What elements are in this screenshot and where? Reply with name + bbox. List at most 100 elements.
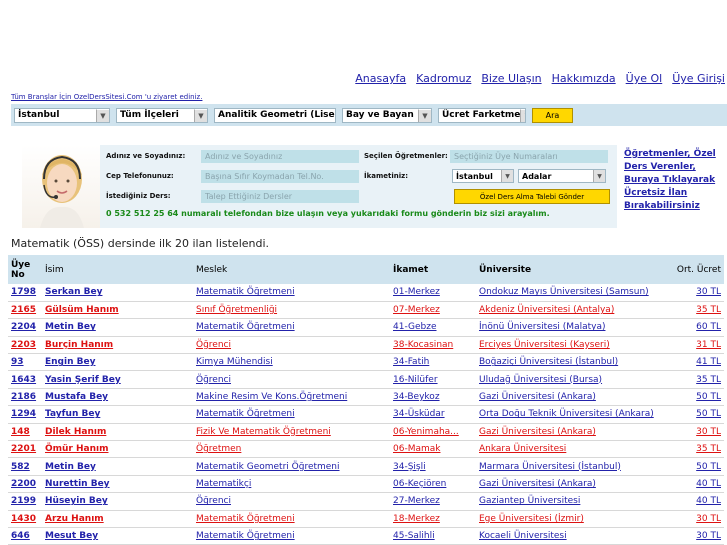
member-name-link[interactable]: Metin Bey — [45, 322, 96, 332]
member-fee-link[interactable]: 35 TL — [696, 305, 721, 315]
member-fee-link[interactable]: 30 TL — [696, 287, 721, 297]
member-university-link[interactable]: Orta Doğu Teknik Üniversitesi (Ankara) — [479, 409, 654, 419]
all-branches-link[interactable]: Tüm Branşlar İçin OzelDersSitesi.Com 'u … — [11, 93, 202, 101]
member-university-link[interactable]: Akdeniz Üniversitesi (Antalya) — [479, 305, 614, 315]
member-city-link[interactable]: 27-Merkez — [393, 496, 440, 506]
member-fee-link[interactable]: 50 TL — [696, 409, 721, 419]
member-fee-link[interactable]: 30 TL — [696, 531, 721, 541]
member-name-link[interactable]: Engin Bey — [45, 357, 95, 367]
member-city-link[interactable]: 06-Mamak — [393, 444, 440, 454]
member-university-link[interactable]: Kocaeli Üniversitesi — [479, 531, 567, 541]
member-job-link[interactable]: Matematik Öğretmeni — [196, 514, 295, 524]
member-name-link[interactable]: Gülsüm Hanım — [45, 305, 119, 315]
member-fee-link[interactable]: 30 TL — [696, 427, 721, 437]
member-no-link[interactable]: 2203 — [11, 340, 36, 350]
member-university-link[interactable]: Gazi Üniversitesi (Ankara) — [479, 427, 596, 437]
member-job-link[interactable]: Makine Resim Ve Kons.Öğretmeni — [196, 392, 347, 402]
member-university-link[interactable]: Gazi Üniversitesi (Ankara) — [479, 479, 596, 489]
nav-about-link[interactable]: Hakkımızda — [552, 72, 616, 85]
nav-signup-link[interactable]: Üye Ol — [626, 72, 663, 85]
member-city-link[interactable]: 18-Merkez — [393, 514, 440, 524]
member-fee-link[interactable]: 41 TL — [696, 357, 721, 367]
member-job-link[interactable]: Kimya Mühendisi — [196, 357, 273, 367]
member-job-link[interactable]: Matematik Öğretmeni — [196, 287, 295, 297]
member-name-link[interactable]: Metin Bey — [45, 462, 96, 472]
member-no-link[interactable]: 2201 — [11, 444, 36, 454]
selected-teachers-field[interactable]: Seçtiğiniz Üye Numaraları — [450, 150, 608, 163]
member-job-link[interactable]: Matematik Geometri Öğretmeni — [196, 462, 340, 472]
member-university-link[interactable]: Boğaziçi Üniversitesi (İstanbul) — [479, 357, 618, 367]
member-name-link[interactable]: Mustafa Bey — [45, 392, 108, 402]
member-no-link[interactable]: 1643 — [11, 375, 36, 385]
member-name-link[interactable]: Serkan Bey — [45, 287, 102, 297]
member-fee-link[interactable]: 35 TL — [696, 444, 721, 454]
nav-staff-link[interactable]: Kadromuz — [416, 72, 471, 85]
member-fee-link[interactable]: 40 TL — [696, 479, 721, 489]
subject-select[interactable]: Analitik Geometri (Lise ▼ — [214, 107, 336, 123]
member-no-link[interactable]: 1294 — [11, 409, 36, 419]
member-no-link[interactable]: 1798 — [11, 287, 36, 297]
member-city-link[interactable]: 01-Merkez — [393, 287, 440, 297]
member-university-link[interactable]: Uludağ Üniversitesi (Bursa) — [479, 375, 602, 385]
member-job-link[interactable]: Öğrenci — [196, 375, 231, 385]
member-no-link[interactable]: 1430 — [11, 514, 36, 524]
member-name-link[interactable]: Mesut Bey — [45, 531, 98, 541]
member-university-link[interactable]: Ankara Üniversitesi — [479, 444, 566, 454]
member-name-link[interactable]: Hüseyin Bey — [45, 496, 108, 506]
member-university-link[interactable]: Ege Üniversitesi (İzmir) — [479, 514, 584, 524]
member-no-link[interactable]: 148 — [11, 427, 30, 437]
member-fee-link[interactable]: 50 TL — [696, 392, 721, 402]
member-university-link[interactable]: İnönü Üniversitesi (Malatya) — [479, 322, 605, 332]
member-fee-link[interactable]: 60 TL — [696, 322, 721, 332]
member-city-link[interactable]: 06-Yenimaha... — [393, 427, 459, 437]
member-university-link[interactable]: Gaziantep Üniversitesi — [479, 496, 580, 506]
district-select[interactable]: Tüm İlçeleri ▼ — [116, 107, 208, 123]
member-university-link[interactable]: Marmara Üniversitesi (İstanbul) — [479, 462, 621, 472]
member-city-link[interactable]: 41-Gebze — [393, 322, 437, 332]
residence-district-select[interactable]: Adalar ▼ — [518, 169, 606, 183]
member-job-link[interactable]: Öğretmen — [196, 444, 241, 454]
member-fee-link[interactable]: 31 TL — [696, 340, 721, 350]
nav-login-link[interactable]: Üye Girişi — [672, 72, 725, 85]
member-job-link[interactable]: Öğrenci — [196, 340, 231, 350]
member-university-link[interactable]: Erciyes Üniversitesi (Kayseri) — [479, 340, 610, 350]
member-name-link[interactable]: Yasin Şerif Bey — [45, 375, 121, 385]
member-job-link[interactable]: Matematik Öğretmeni — [196, 322, 295, 332]
member-name-link[interactable]: Nurettin Bey — [45, 479, 110, 489]
member-job-link[interactable]: Matematik Öğretmeni — [196, 409, 295, 419]
member-no-link[interactable]: 2200 — [11, 479, 36, 489]
member-no-link[interactable]: 2199 — [11, 496, 36, 506]
member-fee-link[interactable]: 50 TL — [696, 462, 721, 472]
member-city-link[interactable]: 06-Keçiören — [393, 479, 446, 489]
member-no-link[interactable]: 646 — [11, 531, 30, 541]
fee-select[interactable]: Ücret Farketme ▼ — [438, 107, 526, 123]
member-fee-link[interactable]: 35 TL — [696, 375, 721, 385]
send-request-button[interactable]: Özel Ders Alma Talebi Gönder — [454, 189, 610, 204]
member-city-link[interactable]: 34-Beykoz — [393, 392, 440, 402]
member-city-link[interactable]: 45-Salihli — [393, 531, 435, 541]
member-university-link[interactable]: Ondokuz Mayıs Üniversitesi (Samsun) — [479, 287, 649, 297]
member-university-link[interactable]: Gazi Üniversitesi (Ankara) — [479, 392, 596, 402]
member-fee-link[interactable]: 40 TL — [696, 496, 721, 506]
name-field[interactable]: Adınız ve Soyadınız — [201, 150, 359, 163]
member-city-link[interactable]: 07-Merkez — [393, 305, 440, 315]
member-city-link[interactable]: 16-Nilüfer — [393, 375, 438, 385]
nav-contact-link[interactable]: Bize Ulaşın — [481, 72, 541, 85]
residence-city-select[interactable]: İstanbul ▼ — [452, 169, 514, 183]
member-job-link[interactable]: Fizik Ve Matematik Öğretmeni — [196, 427, 331, 437]
phone-field[interactable]: Başına Sıfır Koymadan Tel.No. — [201, 170, 359, 183]
member-name-link[interactable]: Arzu Hanım — [45, 514, 104, 524]
member-city-link[interactable]: 38-Kocasinan — [393, 340, 453, 350]
nav-home-link[interactable]: Anasayfa — [355, 72, 406, 85]
member-name-link[interactable]: Ömür Hanım — [45, 444, 108, 454]
member-job-link[interactable]: Matematik Öğretmeni — [196, 531, 295, 541]
member-name-link[interactable]: Burçin Hanım — [45, 340, 113, 350]
member-name-link[interactable]: Tayfun Bey — [45, 409, 100, 419]
member-fee-link[interactable]: 30 TL — [696, 514, 721, 524]
member-no-link[interactable]: 2165 — [11, 305, 36, 315]
lesson-field[interactable]: Talep Ettiğiniz Dersler — [201, 190, 359, 203]
member-no-link[interactable]: 2186 — [11, 392, 36, 402]
search-button[interactable]: Ara — [532, 107, 573, 123]
member-name-link[interactable]: Dilek Hanım — [45, 427, 106, 437]
member-city-link[interactable]: 34-Fatih — [393, 357, 429, 367]
